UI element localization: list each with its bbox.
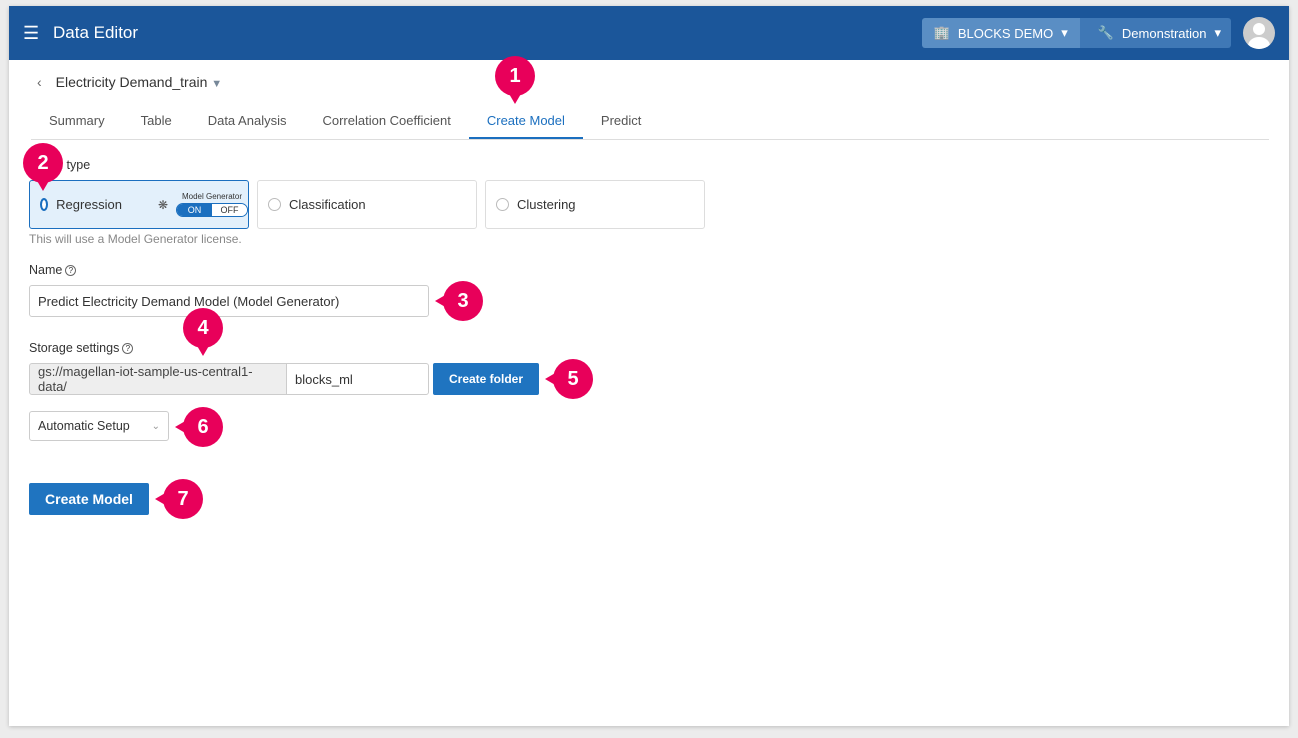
name-label: Name? <box>29 263 77 277</box>
chevron-down-icon: ⌄ <box>151 420 160 432</box>
storage-label: Storage settings? <box>29 341 134 355</box>
option-classification[interactable]: Classification <box>257 180 477 229</box>
name-label-text: Name <box>29 263 63 277</box>
license-note: This will use a Model Generator license. <box>29 232 242 246</box>
toggle-on[interactable]: ON <box>177 204 212 216</box>
wrench-icon: 🔧 <box>1097 25 1114 40</box>
radio-classification[interactable] <box>268 198 281 211</box>
storage-label-text: Storage settings <box>29 341 120 355</box>
help-icon[interactable]: ? <box>65 265 77 276</box>
tab-data-analysis[interactable]: Data Analysis <box>190 107 305 139</box>
dataset-name[interactable]: Electricity Demand_train ▼ <box>56 74 223 90</box>
caret-down-icon: ▾ <box>1061 25 1068 40</box>
generator-label: Model Generator <box>181 192 243 201</box>
avatar[interactable] <box>1243 17 1275 49</box>
setup-select[interactable]: Automatic Setup ⌄ <box>29 411 169 441</box>
menu-icon[interactable]: ☰ <box>23 23 53 44</box>
project-selector[interactable]: 🔧 Demonstration ▾ <box>1079 18 1231 48</box>
option-label: Classification <box>289 197 366 212</box>
option-label: Regression <box>56 197 122 212</box>
option-label: Clustering <box>517 197 576 212</box>
tab-table[interactable]: Table <box>123 107 190 139</box>
callout-badge: 3 <box>435 281 483 321</box>
tab-predict[interactable]: Predict <box>583 107 659 139</box>
storage-prefix: gs://magellan-iot-sample-us-central1-dat… <box>29 363 287 395</box>
callout-badge: 1 <box>495 56 535 104</box>
tab-correlation[interactable]: Correlation Coefficient <box>304 107 468 139</box>
name-input[interactable]: Predict Electricity Demand Model (Model … <box>29 285 429 317</box>
create-model-button[interactable]: Create Model <box>29 483 149 515</box>
radio-regression[interactable] <box>40 198 49 211</box>
caret-down-icon: ▾ <box>1214 25 1221 40</box>
callout-badge: 4 <box>183 308 223 356</box>
create-folder-button[interactable]: Create folder <box>433 363 539 395</box>
building-icon: 🏢 <box>933 25 950 40</box>
header: ☰ Data Editor 🏢 BLOCKS DEMO ▾ 🔧 Demonstrati… <box>9 6 1289 60</box>
model-generator-icon: ❋ <box>157 197 168 212</box>
callout-badge: 5 <box>545 359 593 399</box>
org-selector[interactable]: 🏢 BLOCKS DEMO ▾ <box>921 18 1080 48</box>
app-window: ☰ Data Editor 🏢 BLOCKS DEMO ▾ 🔧 Demonstrati… <box>9 6 1289 726</box>
radio-clustering[interactable] <box>496 198 509 211</box>
option-regression[interactable]: Regression ❋ Model Generator ON OFF <box>29 180 249 229</box>
callout-badge: 6 <box>175 407 223 447</box>
tab-create-model[interactable]: Create Model <box>468 107 583 139</box>
project-name: Demonstration <box>1121 25 1207 41</box>
generator-toggle[interactable]: ON OFF <box>176 203 248 217</box>
dataset-name-text: Electricity Demand_train <box>55 74 208 90</box>
app-title: Data Editor <box>53 23 139 42</box>
back-icon[interactable]: ‹ <box>37 74 42 90</box>
help-icon[interactable]: ? <box>122 343 134 354</box>
tab-bar: Summary Table Data Analysis Correlation … <box>31 107 1269 140</box>
option-clustering[interactable]: Clustering <box>485 180 705 229</box>
tab-summary[interactable]: Summary <box>31 107 123 139</box>
caret-down-icon: ▼ <box>211 78 223 90</box>
callout-badge: 2 <box>23 143 63 191</box>
org-name: BLOCKS DEMO <box>957 25 1054 41</box>
setup-value: Automatic Setup <box>38 419 130 433</box>
folder-input[interactable]: blocks_ml <box>286 363 429 395</box>
callout-badge: 7 <box>155 479 203 519</box>
toggle-off[interactable]: OFF <box>212 204 247 216</box>
